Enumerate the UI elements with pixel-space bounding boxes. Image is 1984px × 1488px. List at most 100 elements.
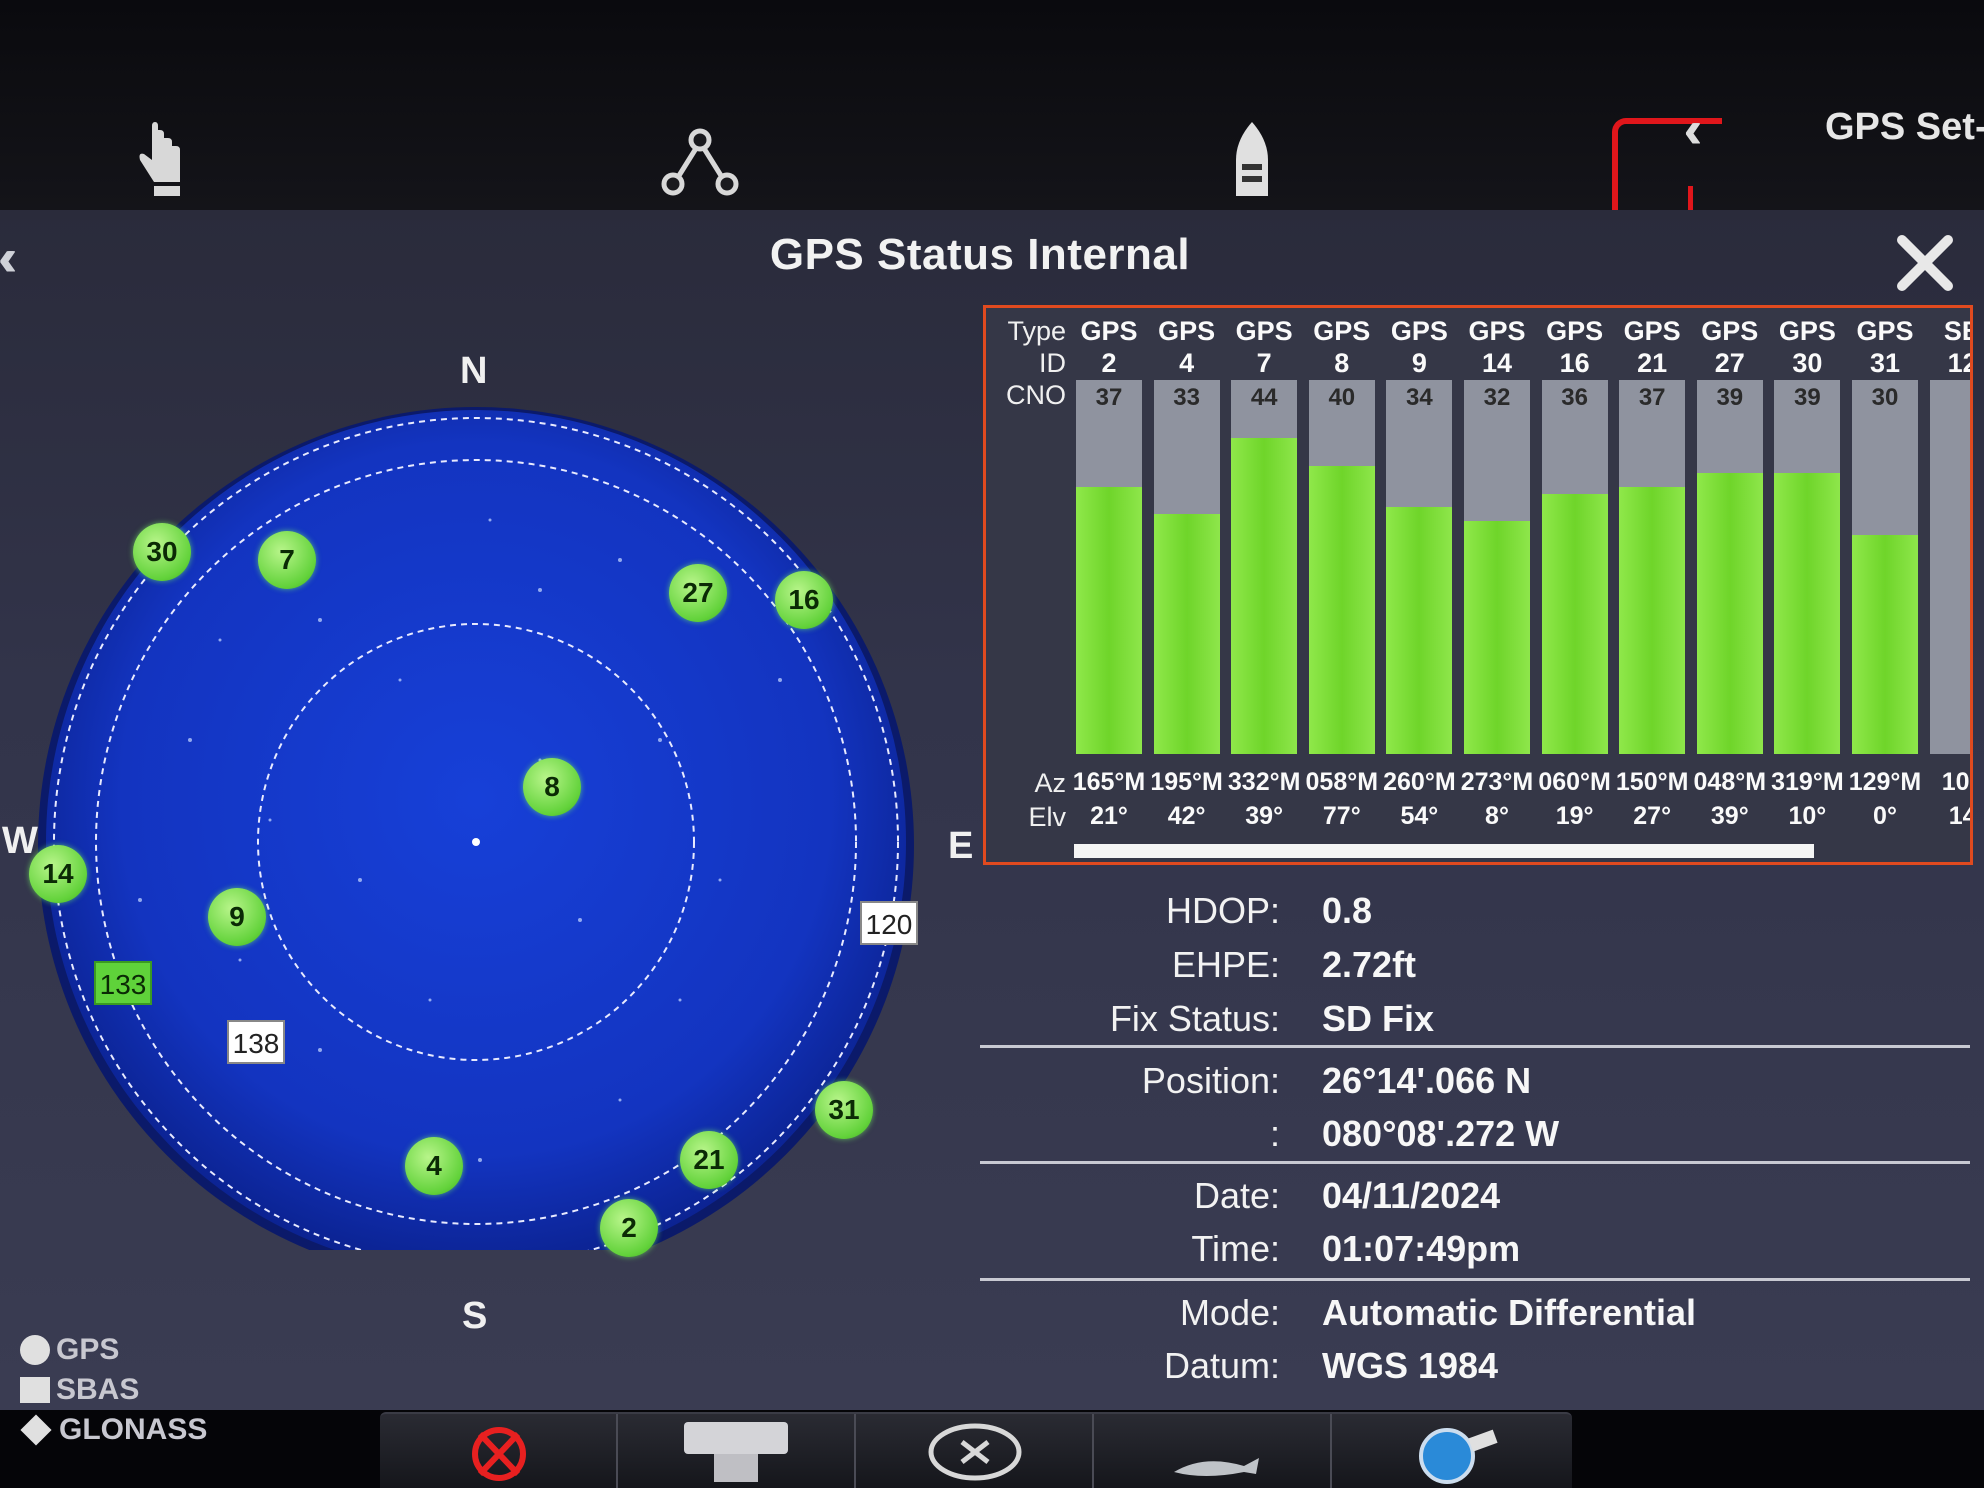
cno-value: 32 — [1483, 384, 1511, 411]
column-type: GPS — [1235, 316, 1293, 346]
row-label-elv: Elv — [1028, 802, 1066, 832]
azimuth-value: 129°M — [1848, 768, 1922, 796]
satellite-marker[interactable]: 2 — [600, 1199, 658, 1257]
row-label-type: Type — [1007, 316, 1066, 346]
man-overboard-button[interactable] — [380, 1414, 618, 1488]
sbas-marker[interactable]: 120 — [860, 901, 918, 945]
satellite-marker[interactable]: 4 — [405, 1137, 463, 1195]
signal-bar: 44 — [1231, 380, 1298, 754]
elevation-value: 14 — [1948, 802, 1970, 830]
column-type: GPS — [1623, 316, 1681, 346]
display-button[interactable] — [618, 1414, 856, 1488]
ehpe-row: EHPE: 2.72ft — [980, 944, 1970, 996]
circle-icon — [20, 1335, 50, 1365]
azimuth-value: 319°M — [1771, 768, 1844, 796]
column-id: 9 — [1411, 348, 1427, 378]
cno-value: 37 — [1095, 384, 1123, 411]
satellite-marker[interactable]: 30 — [133, 523, 191, 581]
signal-bar: 39 — [1774, 380, 1841, 754]
signal-bar-fill — [1852, 535, 1918, 754]
azimuth-value: 048°M — [1693, 768, 1767, 796]
signal-bar-fill — [1386, 507, 1453, 754]
cno-value: 39 — [1716, 384, 1744, 411]
azimuth-value: 165°M — [1072, 768, 1146, 796]
column-type: GPS — [1468, 316, 1526, 346]
hdop-label: HDOP: — [1165, 890, 1280, 931]
close-button[interactable] — [1890, 228, 1960, 298]
elevation-value: 10° — [1788, 802, 1827, 830]
cancel-button[interactable] — [856, 1414, 1094, 1488]
satellite-marker[interactable]: 7 — [258, 531, 316, 589]
satellite-legend: GPS SBAS GLONASS — [20, 1330, 207, 1450]
divider — [980, 1278, 1970, 1281]
elevation-value: 19° — [1555, 802, 1594, 830]
time-label: Time: — [1191, 1228, 1280, 1269]
legend-glonass: GLONASS — [20, 1410, 207, 1450]
column-id: 16 — [1559, 348, 1590, 378]
column-type: SB — [1943, 316, 1970, 346]
hdop-value: 0.8 — [1322, 890, 1373, 931]
elevation-value: 39° — [1710, 802, 1749, 830]
boat-icon[interactable] — [1232, 120, 1312, 210]
time-row: Time: 01:07:49pm — [980, 1228, 1970, 1280]
row-label-id: ID — [1039, 348, 1066, 378]
date-row: Date: 04/11/2024 — [980, 1175, 1970, 1227]
satellite-marker[interactable]: 31 — [815, 1081, 873, 1139]
satellite-marker[interactable]: 21 — [680, 1131, 738, 1189]
sbas-marker[interactable]: 138 — [227, 1020, 285, 1064]
azimuth-value: 150°M — [1615, 768, 1689, 796]
sbas-marker[interactable]: 133 — [94, 961, 152, 1005]
hdop-row: HDOP: 0.8 — [980, 890, 1970, 942]
longitude-value: 080°08'.272 W — [1322, 1113, 1560, 1154]
legend-sbas: SBAS — [20, 1370, 207, 1410]
signal-strength-table[interactable]: Type ID CNO Az Elv GPS 2 37 165°M 21° GPS 4 33 1… — [983, 305, 1973, 865]
elevation-value: 77° — [1322, 802, 1361, 830]
fish-finder-button[interactable] — [1094, 1414, 1332, 1488]
date-value: 04/11/2024 — [1322, 1175, 1501, 1216]
fish-icon — [1174, 1458, 1259, 1476]
column-id: 12 — [1947, 348, 1970, 378]
column-id: 2 — [1101, 348, 1117, 378]
signal-bar: 34 — [1386, 380, 1453, 754]
satellite-marker[interactable]: 16 — [775, 571, 833, 629]
column-type: GPS — [1158, 316, 1216, 346]
signal-bar: 37 — [1076, 380, 1142, 754]
satellite-marker[interactable]: 27 — [669, 564, 727, 622]
globe-satellite-icon — [1419, 1428, 1498, 1484]
elevation-value: 42° — [1167, 802, 1206, 830]
column-type: GPS — [1390, 316, 1448, 346]
bottom-toolbar — [380, 1412, 1572, 1488]
compass-north: N — [460, 350, 488, 392]
signal-bar-fill — [1541, 494, 1608, 754]
azimuth-value: 108 — [1941, 768, 1970, 796]
globe-button[interactable] — [1332, 1414, 1570, 1488]
elevation-value: 0° — [1873, 802, 1897, 830]
azimuth-value: 260°M — [1383, 768, 1456, 796]
signal-bar — [1929, 380, 1970, 754]
column-id: 27 — [1714, 348, 1745, 378]
fix-status-value: SD Fix — [1322, 998, 1435, 1039]
column-id: 21 — [1637, 348, 1668, 378]
signal-bar: 37 — [1619, 380, 1686, 754]
date-label: Date: — [1193, 1175, 1280, 1216]
satellite-marker[interactable]: 9 — [208, 888, 266, 946]
satellite-marker[interactable]: 8 — [523, 758, 581, 816]
row-label-az: Az — [1034, 768, 1066, 798]
sky-plot-dial — [38, 407, 914, 1250]
signal-bar-fill — [1774, 473, 1841, 754]
satellite-marker[interactable]: 14 — [29, 845, 87, 903]
divider — [980, 1045, 1970, 1048]
chart-scrollbar[interactable] — [1074, 844, 1814, 858]
cno-value: 37 — [1638, 384, 1666, 411]
fix-status-row: Fix Status: SD Fix — [980, 998, 1970, 1050]
diamond-icon — [20, 1414, 52, 1446]
azimuth-value: 332°M — [1227, 768, 1301, 796]
elevation-value: 8° — [1485, 802, 1509, 830]
column-type: GPS — [1701, 316, 1759, 346]
datum-row: Datum: WGS 1984 — [980, 1345, 1970, 1397]
column-id: 4 — [1179, 348, 1195, 378]
row-label-cno: CNO — [1006, 380, 1066, 410]
signal-bar-fill — [1619, 487, 1686, 754]
tab-gps-setup[interactable]: GPS Set-u — [1825, 106, 1984, 149]
column-id: 8 — [1334, 348, 1350, 378]
